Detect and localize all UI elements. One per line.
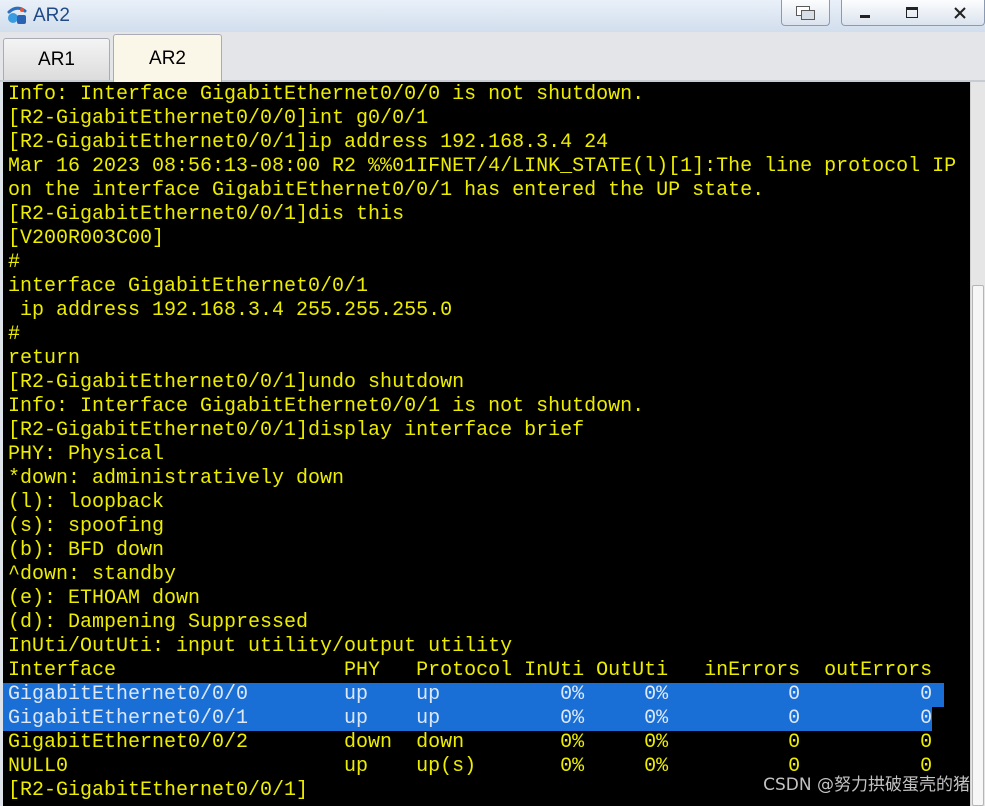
terminal-line: [R2-GigabitEthernet0/0/1]display interfa…	[8, 419, 970, 443]
terminal-line: interface GigabitEthernet0/0/1	[8, 275, 970, 299]
close-icon	[953, 6, 967, 20]
terminal-line-text: (d): Dampening Suppressed	[8, 611, 309, 634]
terminal-line: on the interface GigabitEthernet0/0/1 ha…	[8, 179, 970, 203]
tab-label: AR2	[149, 47, 186, 69]
interface-table-row: GigabitEthernet0/0/0 up up 0% 0% 0 0	[3, 683, 970, 707]
terminal-line: Mar 16 2023 08:56:13-08:00 R2 %%01IFNET/…	[8, 155, 970, 179]
terminal-line: [R2-GigabitEthernet0/0/1]ip address 192.…	[8, 131, 970, 155]
terminal-line-text: Info: Interface GigabitEthernet0/0/1 is …	[8, 395, 645, 418]
terminal-line: [R2-GigabitEthernet0/0/0]int g0/0/1	[8, 107, 970, 131]
terminal-line: #	[8, 251, 970, 275]
terminal-line-text: [R2-GigabitEthernet0/0/1]ip address 192.…	[8, 131, 609, 154]
terminal-line: #	[8, 323, 970, 347]
terminal-line-text: [V200R003C00]	[8, 227, 165, 250]
terminal-line: [R2-GigabitEthernet0/0/1]undo shutdown	[8, 371, 970, 395]
terminal-line-text: Mar 16 2023 08:56:13-08:00 R2 %%01IFNET/…	[8, 155, 957, 178]
scrollbar-thumb[interactable]	[972, 284, 984, 806]
terminal-line-text: interface GigabitEthernet0/0/1	[8, 275, 369, 298]
tile-windows-icon	[795, 5, 817, 21]
terminal-line-text: InUti/OutUti: input utility/output utili…	[8, 635, 513, 658]
terminal-line-text: on the interface GigabitEthernet0/0/1 ha…	[8, 179, 765, 202]
terminal-line-text: [R2-GigabitEthernet0/0/1]display interfa…	[8, 419, 585, 442]
session-tab-bar: AR1 AR2	[0, 32, 985, 82]
terminal-line-text: ip address 192.168.3.4 255.255.255.0	[8, 299, 453, 322]
window-title: AR2	[33, 5, 70, 26]
close-button[interactable]	[936, 0, 985, 26]
terminal-line-text: #	[8, 251, 21, 274]
terminal-output: Info: Interface GigabitEthernet0/0/0 is …	[3, 82, 970, 803]
terminal-line-text: return	[8, 347, 81, 370]
vertical-scrollbar[interactable]	[970, 82, 985, 806]
interface-table-header: Interface PHY Protocol InUti OutUti inEr…	[8, 659, 970, 683]
interface-table-row-text: GigabitEthernet0/0/2 down down 0% 0% 0 0	[8, 731, 933, 754]
maximize-icon	[905, 6, 919, 20]
terminal-line-text: [R2-GigabitEthernet0/0/1]dis this	[8, 203, 405, 226]
terminal-line-text: ^down: standby	[8, 563, 177, 586]
terminal-line-text: (s): spoofing	[8, 515, 165, 538]
terminal-line-text: [R2-GigabitEthernet0/0/1]undo shutdown	[8, 371, 465, 394]
interface-table-row: GigabitEthernet0/0/2 down down 0% 0% 0 0	[8, 731, 970, 755]
terminal-line: Info: Interface GigabitEthernet0/0/1 is …	[8, 395, 970, 419]
tile-windows-button[interactable]	[781, 0, 830, 26]
terminal-line: [V200R003C00]	[8, 227, 970, 251]
terminal-line-text: [R2-GigabitEthernet0/0/0]int g0/0/1	[8, 107, 429, 130]
interface-table-row: GigabitEthernet0/0/1 up up 0% 0% 0 0	[3, 707, 970, 731]
csdn-watermark: CSDN @努力拱破蛋壳的猪	[763, 775, 970, 795]
terminal-line: (s): spoofing	[8, 515, 970, 539]
terminal-line: return	[8, 347, 970, 371]
terminal-line: (d): Dampening Suppressed	[8, 611, 970, 635]
terminal-line-text: PHY: Physical	[8, 443, 165, 466]
minimize-icon	[858, 6, 872, 20]
terminal-line-text: #	[8, 323, 21, 346]
terminal-line: InUti/OutUti: input utility/output utili…	[8, 635, 970, 659]
tab-label: AR1	[38, 48, 75, 70]
tab-ar2[interactable]: AR2	[113, 34, 222, 82]
ensp-app-icon	[5, 4, 29, 28]
interface-table-row-text: GigabitEthernet0/0/0 up up 0% 0% 0 0	[3, 683, 945, 707]
terminal-line-text: (l): loopback	[8, 491, 165, 514]
terminal-line-text: (b): BFD down	[8, 539, 165, 562]
terminal-line-text: *down: administratively down	[8, 467, 345, 490]
terminal-console[interactable]: Info: Interface GigabitEthernet0/0/0 is …	[3, 82, 970, 806]
terminal-line: ip address 192.168.3.4 255.255.255.0	[8, 299, 970, 323]
terminal-line: (e): ETHOAM down	[8, 587, 970, 611]
maximize-button[interactable]	[888, 0, 937, 26]
terminal-line-text: (e): ETHOAM down	[8, 587, 201, 610]
terminal-line: Info: Interface GigabitEthernet0/0/0 is …	[8, 83, 970, 107]
terminal-line: ^down: standby	[8, 563, 970, 587]
command-prompt-text: [R2-GigabitEthernet0/0/1]	[8, 779, 309, 802]
terminal-line: PHY: Physical	[8, 443, 970, 467]
terminal-line: *down: administratively down	[8, 467, 970, 491]
minimize-button[interactable]	[841, 0, 889, 26]
terminal-line-text: Info: Interface GigabitEthernet0/0/0 is …	[8, 83, 645, 106]
interface-table-header-text: Interface PHY Protocol InUti OutUti inEr…	[8, 659, 933, 682]
terminal-line: (b): BFD down	[8, 539, 970, 563]
title-bar[interactable]: AR2	[0, 0, 985, 32]
terminal-line: [R2-GigabitEthernet0/0/1]dis this	[8, 203, 970, 227]
terminal-line: (l): loopback	[8, 491, 970, 515]
tab-ar1[interactable]: AR1	[3, 38, 110, 80]
interface-table-row-text: GigabitEthernet0/0/1 up up 0% 0% 0 0	[3, 707, 933, 731]
